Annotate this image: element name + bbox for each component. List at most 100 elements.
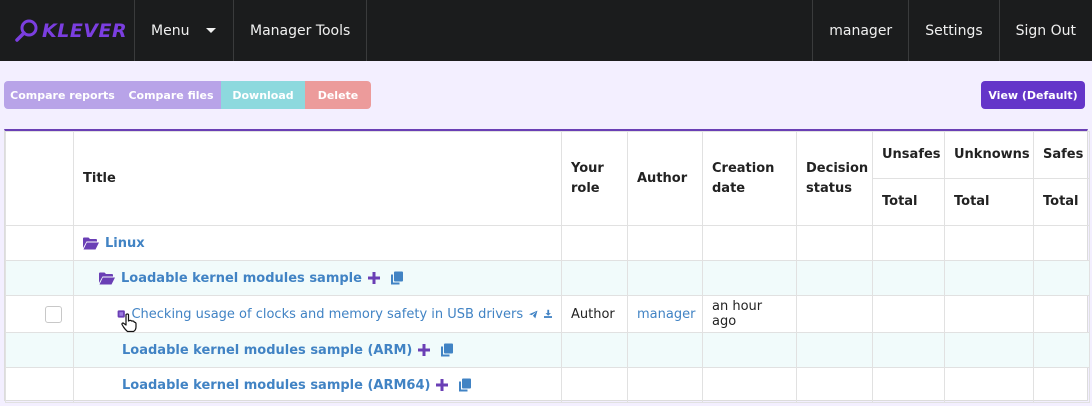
download-button[interactable]: Download [221,81,305,109]
plus-icon[interactable] [418,344,431,356]
plus-icon[interactable] [436,379,449,391]
date-cell [702,225,797,261]
compare-reports-button[interactable]: Compare reports [4,81,121,109]
select-cell [5,295,74,333]
safes-cell [1033,367,1090,403]
download-icon[interactable] [543,307,552,321]
copy-icon[interactable] [390,271,404,285]
row-title-link[interactable]: Loadable kernel modules sample (ARM64) [122,378,430,393]
unsafes-cell [872,295,945,333]
safes-cell [1033,295,1090,333]
table-row: Loadable kernel modules sample (ARM64) [5,367,1090,403]
sign-out-link[interactable]: Sign Out [998,0,1092,61]
date-cell [702,260,797,296]
user-link[interactable]: manager [812,0,908,61]
report-toolbar: Compare reports Compare files Download D… [4,81,371,109]
unsafes-cell [872,367,945,403]
decision-status-cell [796,295,873,333]
select-cell [5,225,74,261]
settings-label: Settings [925,22,983,39]
author-cell: manager [627,295,703,333]
select-cell [5,367,74,403]
safes-cell [1033,225,1090,261]
sign-out-label: Sign Out [1015,22,1076,39]
caret-down-icon [206,28,217,33]
row-title-link[interactable]: Loadable kernel modules sample [121,271,362,286]
paper-plane-icon[interactable] [529,308,538,321]
decision-status-cell [796,332,873,368]
title-cell: Loadable kernel modules sample (ARM) [73,332,562,368]
settings-link[interactable]: Settings [908,0,998,61]
navbar-right: manager Settings Sign Out [812,0,1092,61]
table-row: Checking usage of clocks and memory safe… [5,295,1090,333]
title-cell: Linux [73,225,562,261]
header-row: Title Your role Author Creation date Dec… [5,131,1090,226]
unknowns-cell [944,225,1034,261]
author-header: Author [627,131,703,226]
table-row: Linux [5,225,1090,261]
copy-icon[interactable] [458,378,472,392]
manager-tools-label: Manager Tools [250,22,351,39]
role-cell [561,332,628,368]
safes-header: Safes [1033,131,1090,179]
jobs-table-container: Title Your role Author Creation date Dec… [4,129,1090,403]
role-cell [561,225,628,261]
author-cell [627,225,703,261]
unsafes-header: Unsafes [872,131,945,179]
copy-icon[interactable] [440,343,454,357]
row-title-link[interactable]: Loadable kernel modules sample (ARM) [122,343,412,358]
top-navbar: KLEVER Menu Manager Tools manager Settin… [0,0,1092,61]
unknowns-cell [944,260,1034,296]
title-header: Title [73,131,562,226]
unknowns-cell [944,295,1034,333]
table-row: Loadable kernel modules sample (ARM) [5,332,1090,368]
row-checkbox[interactable] [45,305,62,323]
table-row: Loadable kernel modules sample [5,260,1090,296]
plus-icon[interactable] [367,272,380,284]
delete-button[interactable]: Delete [305,81,371,109]
author-cell [627,260,703,296]
row-title-link[interactable]: Checking usage of clocks and memory safe… [131,307,523,322]
role-cell [561,367,628,403]
date-cell [702,367,797,403]
magnifier-logo-icon [15,19,38,42]
select-header [5,131,74,226]
date-cell [702,332,797,368]
menu-dropdown[interactable]: Menu [135,0,234,61]
user-label: manager [829,22,893,39]
hand-pointer-cursor-icon [121,312,137,332]
brand-logo[interactable]: KLEVER [0,0,135,61]
your-role-header: Your role [561,131,628,226]
safes-total-header: Total [1033,178,1090,226]
role-cell [561,260,628,296]
decision-status-cell [796,367,873,403]
jobs-table: Title Your role Author Creation date Dec… [5,131,1090,403]
safes-cell [1033,260,1090,296]
unsafes-cell [872,332,945,368]
row-title-link[interactable]: Linux [105,236,145,251]
folder-open-icon [83,237,99,249]
menu-label: Menu [151,22,190,39]
decision-status-cell [796,225,873,261]
author-cell [627,367,703,403]
unknowns-total-header: Total [944,178,1034,226]
unsafes-cell [872,260,945,296]
creation-date-header: Creation date [702,131,797,226]
title-cell: Checking usage of clocks and memory safe… [73,295,562,333]
safes-cell [1033,332,1090,368]
manager-tools-link[interactable]: Manager Tools [234,0,368,61]
view-default-button[interactable]: View (Default) [981,81,1085,109]
unsafes-cell [872,225,945,261]
author-link[interactable]: manager [637,307,695,322]
unsafes-total-header: Total [872,178,945,226]
date-cell: an hour ago [702,295,797,333]
title-cell: Loadable kernel modules sample (ARM64) [73,367,562,403]
role-cell: Author [561,295,628,333]
compare-files-button[interactable]: Compare files [121,81,221,109]
folder-open-icon [99,272,115,284]
decision-status-header: Decision status [796,131,873,226]
navbar-spacer [367,0,812,61]
unknowns-header: Unknowns [944,131,1034,179]
unknowns-cell [944,332,1034,368]
decision-status-cell [796,260,873,296]
